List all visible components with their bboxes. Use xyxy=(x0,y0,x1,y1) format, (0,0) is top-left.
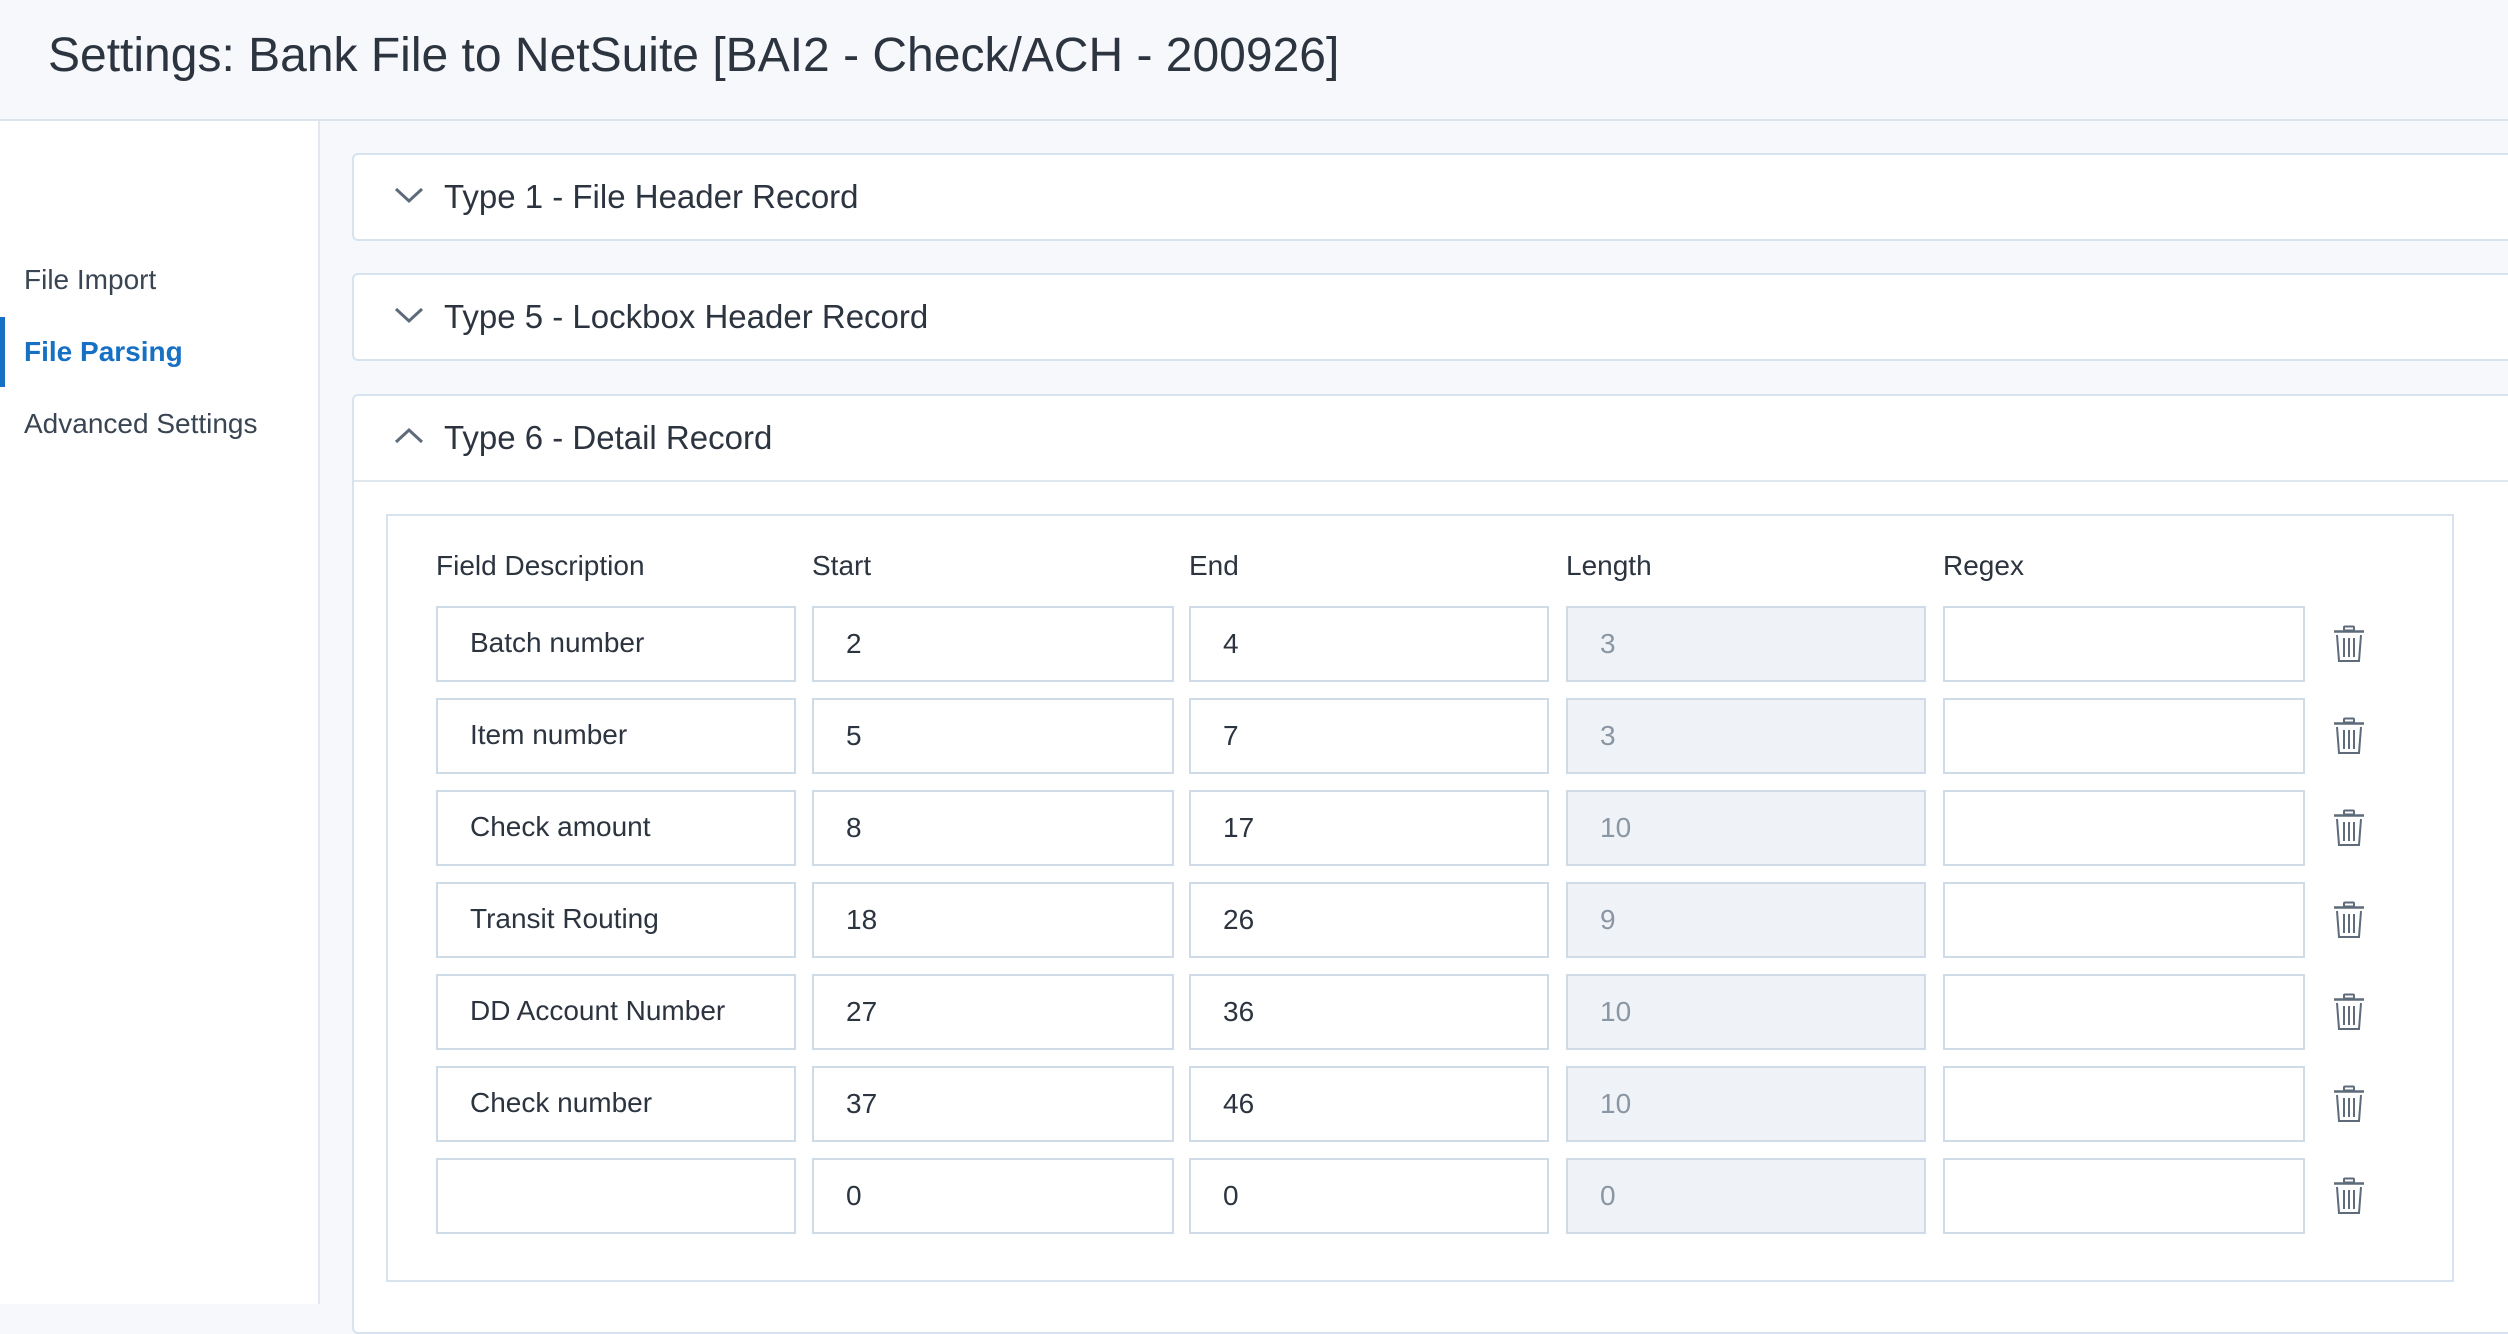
start-input[interactable] xyxy=(812,1066,1174,1142)
field-description-cell[interactable]: Batch number xyxy=(436,606,796,682)
start-input[interactable] xyxy=(812,882,1174,958)
start-input[interactable] xyxy=(812,698,1174,774)
field-description-cell[interactable] xyxy=(436,1158,796,1234)
start-input[interactable] xyxy=(812,790,1174,866)
regex-input[interactable] xyxy=(1943,790,2305,866)
sidebar-item-file-import[interactable]: File Import xyxy=(0,245,318,315)
end-input[interactable] xyxy=(1189,1066,1549,1142)
end-input[interactable] xyxy=(1189,606,1549,682)
end-input[interactable] xyxy=(1189,882,1549,958)
length-readonly-field xyxy=(1566,974,1926,1050)
start-input[interactable] xyxy=(812,606,1174,682)
regex-input[interactable] xyxy=(1943,698,2305,774)
field-description-cell[interactable]: Check number xyxy=(436,1066,796,1142)
trash-icon[interactable] xyxy=(2333,993,2365,1031)
section-type-6-title: Type 6 - Detail Record xyxy=(444,419,773,456)
page-title: Settings: Bank File to NetSuite [BAI2 - … xyxy=(48,29,1340,82)
length-readonly-field xyxy=(1566,1158,1926,1234)
length-readonly-field xyxy=(1566,882,1926,958)
trash-icon[interactable] xyxy=(2333,1085,2365,1123)
end-input[interactable] xyxy=(1189,1158,1549,1234)
field-description-cell[interactable]: Transit Routing xyxy=(436,882,796,958)
end-input[interactable] xyxy=(1189,790,1549,866)
length-readonly-field xyxy=(1566,790,1926,866)
section-type-5-title: Type 5 - Lockbox Header Record xyxy=(444,298,929,335)
trash-icon[interactable] xyxy=(2333,1177,2365,1215)
end-input[interactable] xyxy=(1189,974,1549,1050)
sidebar-item-file-parsing[interactable]: File Parsing xyxy=(0,317,318,387)
section-type-5-header[interactable]: Type 5 - Lockbox Header Record xyxy=(354,275,2508,359)
regex-input[interactable] xyxy=(1943,1158,2305,1234)
column-header-field-description: Field Description xyxy=(436,550,645,581)
detail-fields-table: Field Description Start End Length Regex… xyxy=(386,514,2454,1282)
section-type-1-title: Type 1 - File Header Record xyxy=(444,178,859,215)
trash-icon[interactable] xyxy=(2333,809,2365,847)
chevron-up-icon xyxy=(394,427,424,444)
regex-input[interactable] xyxy=(1943,882,2305,958)
field-description-cell[interactable]: Check amount xyxy=(436,790,796,866)
start-input[interactable] xyxy=(812,1158,1174,1234)
field-description-cell[interactable]: Item number xyxy=(436,698,796,774)
section-type-6-body: Field Description Start End Length Regex… xyxy=(354,480,2508,1282)
section-type-1: Type 1 - File Header Record xyxy=(352,153,2508,241)
end-input[interactable] xyxy=(1189,698,1549,774)
section-type-1-header[interactable]: Type 1 - File Header Record xyxy=(354,155,2508,239)
chevron-down-icon xyxy=(394,187,424,204)
regex-input[interactable] xyxy=(1943,606,2305,682)
page-header: Settings: Bank File to NetSuite [BAI2 - … xyxy=(0,0,2508,121)
column-header-length: Length xyxy=(1566,550,1652,581)
trash-icon[interactable] xyxy=(2333,625,2365,663)
column-header-regex: Regex xyxy=(1943,550,2024,581)
regex-input[interactable] xyxy=(1943,974,2305,1050)
regex-input[interactable] xyxy=(1943,1066,2305,1142)
chevron-down-icon xyxy=(394,307,424,324)
column-header-start: Start xyxy=(812,550,872,581)
start-input[interactable] xyxy=(812,974,1174,1050)
trash-icon[interactable] xyxy=(2333,717,2365,755)
section-type-6: Type 6 - Detail Record Field Description… xyxy=(352,394,2508,1334)
trash-icon[interactable] xyxy=(2333,901,2365,939)
sidebar-item-advanced-settings[interactable]: Advanced Settings xyxy=(0,389,318,459)
column-header-end: End xyxy=(1189,550,1239,581)
section-type-6-header[interactable]: Type 6 - Detail Record xyxy=(354,396,2508,480)
main-content: Type 1 - File Header Record Type 5 - Loc… xyxy=(320,121,2508,1334)
section-type-5: Type 5 - Lockbox Header Record xyxy=(352,273,2508,361)
field-description-cell[interactable]: DD Account Number xyxy=(436,974,796,1050)
length-readonly-field xyxy=(1566,1066,1926,1142)
length-readonly-field xyxy=(1566,606,1926,682)
length-readonly-field xyxy=(1566,698,1926,774)
sidebar: File Import File Parsing Advanced Settin… xyxy=(0,121,320,1304)
